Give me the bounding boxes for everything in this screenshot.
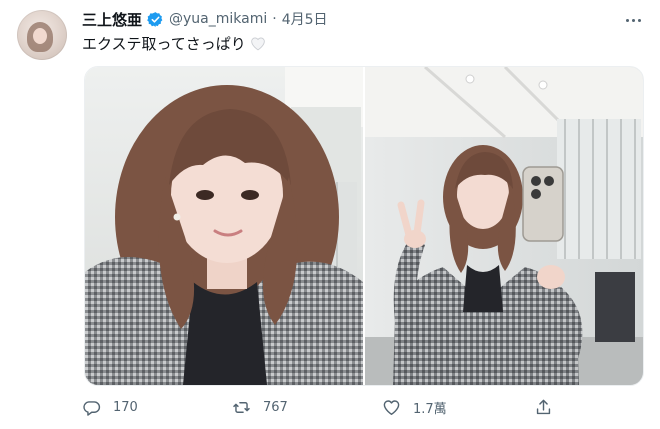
more-dot (637, 18, 641, 22)
tweet-text-container: エクステ取ってさっぱり (82, 33, 266, 54)
separator-dot: · (272, 11, 277, 27)
more-options-icon[interactable] (620, 12, 646, 28)
selfie-photo-icon (85, 67, 363, 385)
tweet-media (84, 66, 644, 386)
more-dot (625, 18, 629, 22)
heart-icon (383, 400, 400, 415)
tweet-header: 三上悠亜 @yua_mikami · 4月5日 (82, 8, 328, 30)
photo-selfie[interactable] (85, 67, 363, 385)
white-heart-emoji-icon (251, 37, 265, 51)
user-handle[interactable]: @yua_mikami (169, 11, 267, 27)
reply-count: 170 (113, 400, 138, 415)
verified-badge-icon (147, 11, 163, 27)
retweet-button[interactable]: 767 (232, 398, 288, 417)
avatar-face (33, 28, 47, 44)
share-button[interactable] (534, 398, 553, 417)
tweet-actions: 170 767 1.7萬 (82, 398, 562, 420)
like-count: 1.7萬 (413, 402, 447, 417)
tweet-text: エクステ取ってさっぱり (82, 35, 246, 53)
retweet-count: 767 (263, 400, 288, 415)
retweet-icon (233, 402, 250, 413)
tweet-date[interactable]: 4月5日 (282, 9, 328, 29)
avatar[interactable] (17, 10, 67, 60)
reply-icon (83, 401, 101, 416)
reply-button[interactable]: 170 (82, 398, 138, 417)
display-name[interactable]: 三上悠亜 (82, 9, 142, 30)
mirror-selfie-photo-icon (365, 67, 643, 385)
more-dot (631, 18, 635, 22)
like-button[interactable]: 1.7萬 (382, 398, 447, 417)
share-icon (536, 399, 551, 415)
photo-mirror-selfie[interactable] (365, 67, 643, 385)
